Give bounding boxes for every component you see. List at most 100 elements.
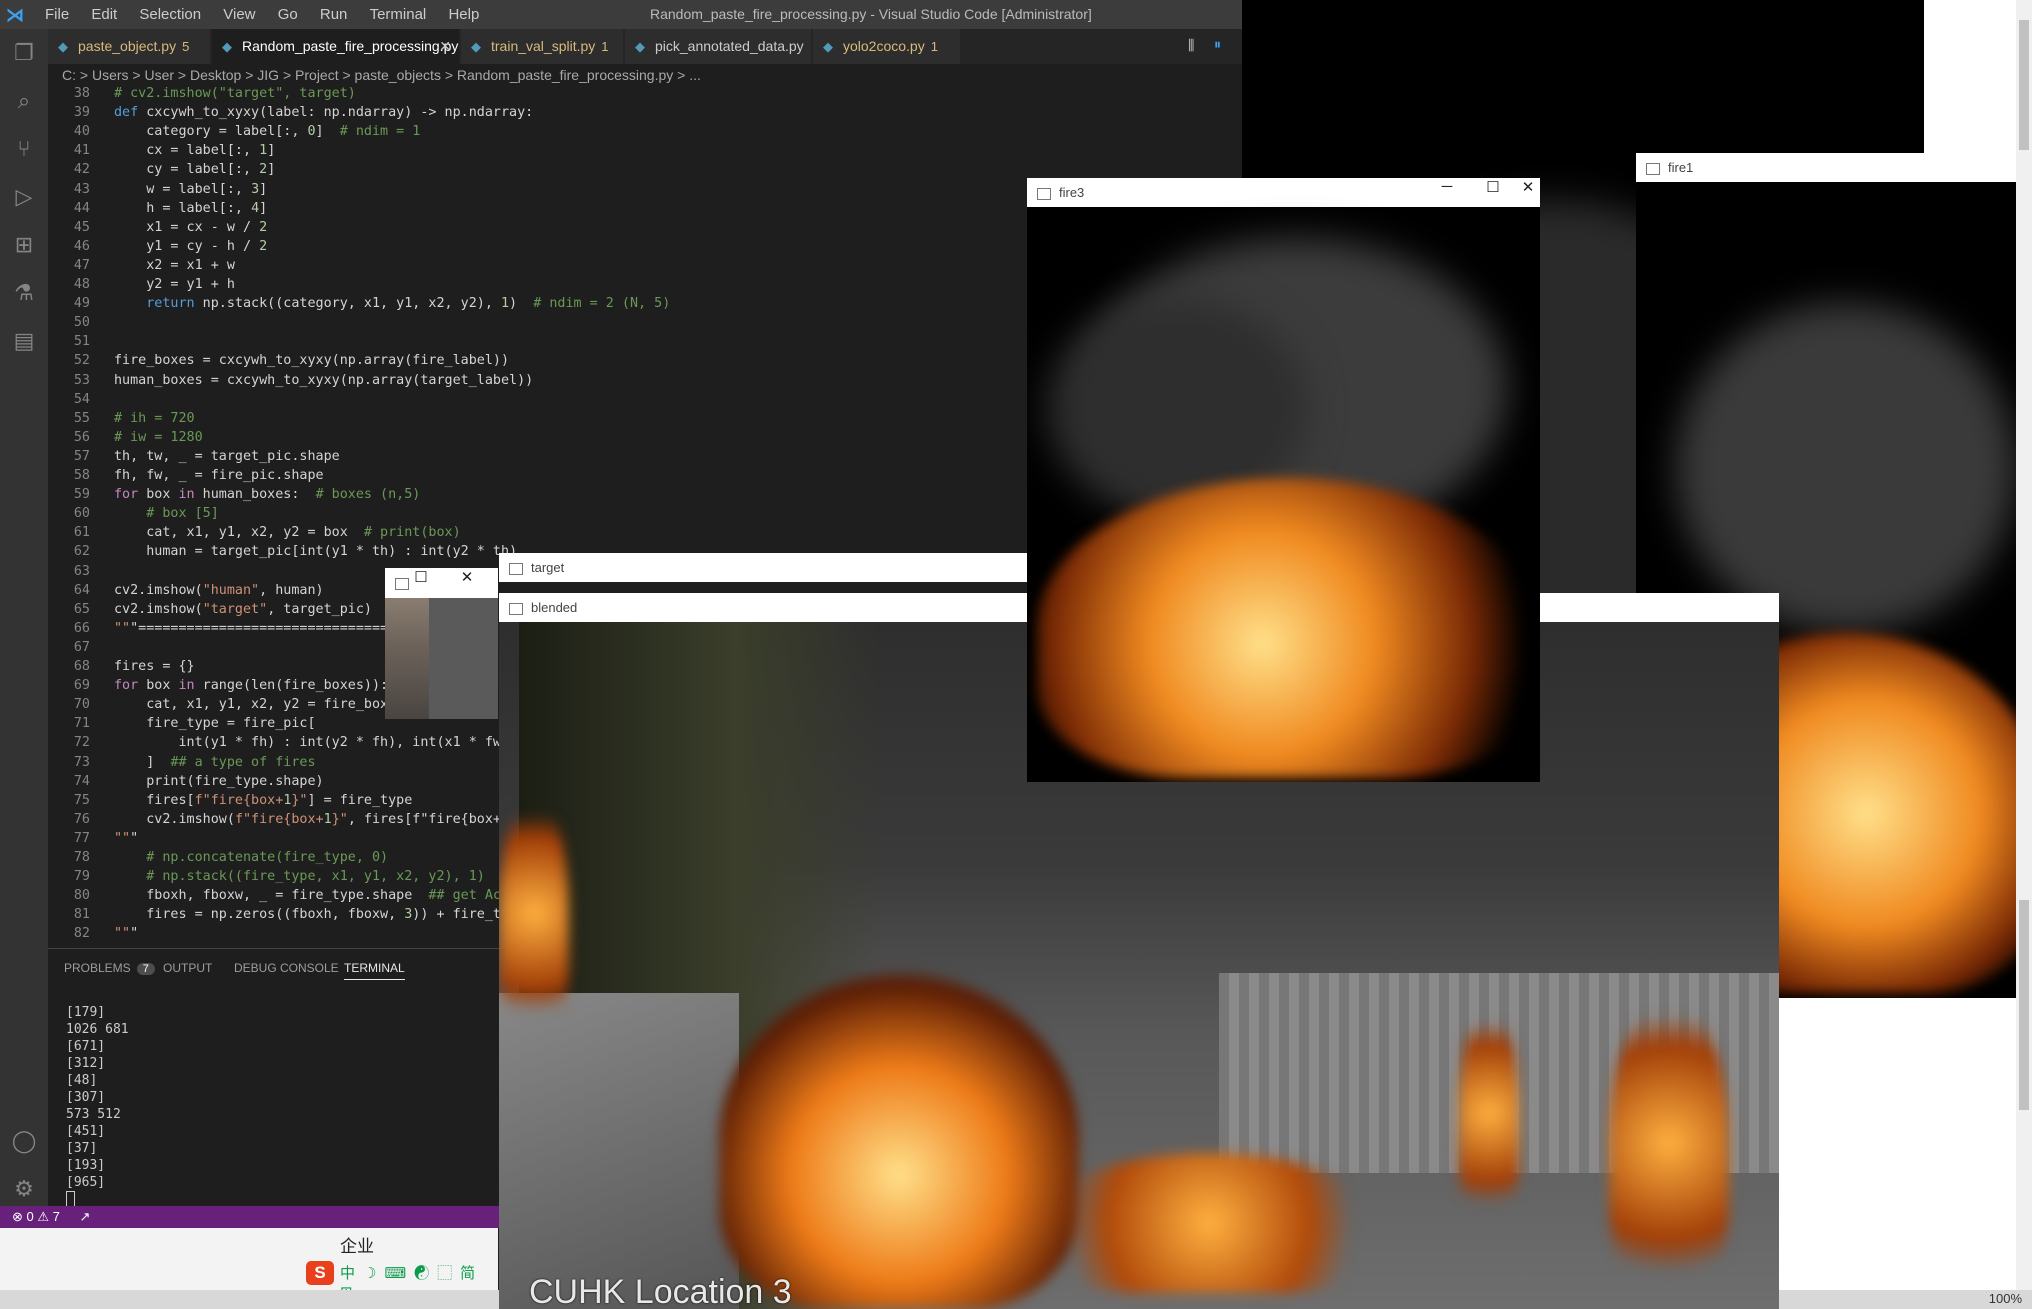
code-line[interactable]: category = label[:, 0] # ndim = 1: [114, 124, 420, 139]
code-line[interactable]: fires = np.zeros((fboxh, fboxw, 3)) + fi…: [114, 907, 517, 922]
code-line[interactable]: return np.stack((category, x1, y1, x2, y…: [114, 296, 670, 311]
line-number: 50: [73, 315, 90, 331]
tab-terminal[interactable]: TERMINAL: [344, 961, 405, 980]
code-line[interactable]: fires = {}: [114, 659, 195, 674]
window-app-icon: [509, 602, 523, 615]
tab-label: pick_annotated_data.py: [655, 38, 804, 54]
code-line[interactable]: for box in range(len(fire_boxes)):: [114, 678, 388, 693]
ime-simplified-icon[interactable]: 简: [460, 1265, 483, 1282]
python-file-icon: ◆: [58, 39, 68, 54]
run-debug-icon[interactable]: ▷: [10, 183, 38, 211]
sogou-logo-icon[interactable]: S: [306, 1261, 334, 1285]
split-editor-icon[interactable]: ⫼: [1188, 37, 1194, 54]
code-line[interactable]: cy = label[:, 2]: [114, 162, 275, 177]
code-line[interactable]: # np.concatenate(fire_type, 0): [114, 850, 388, 865]
code-line[interactable]: human = target_pic[int(y1 * th) : int(y2…: [114, 544, 517, 559]
ime-chinese-mode-icon[interactable]: 中: [340, 1265, 363, 1282]
code-line[interactable]: x2 = x1 + w: [114, 258, 235, 273]
code-line[interactable]: def cxcywh_to_xyxy(label: np.ndarray) ->…: [114, 105, 533, 120]
code-line[interactable]: # ih = 720: [114, 411, 195, 426]
scrollbar-thumb[interactable]: [2019, 20, 2029, 150]
code-line[interactable]: """==================================: [114, 621, 412, 636]
menu-help[interactable]: Help: [439, 0, 488, 29]
code-line[interactable]: int(y1 * fh) : int(y2 * fh), int(x1 * fw…: [114, 735, 509, 750]
line-number: 41: [73, 143, 90, 159]
search-icon[interactable]: ⌕: [10, 87, 38, 115]
code-line[interactable]: human_boxes = cxcywh_to_xyxy(np.array(ta…: [114, 373, 533, 388]
menu-edit[interactable]: Edit: [82, 0, 126, 29]
error-count[interactable]: 0: [27, 1209, 34, 1224]
close-tab-icon[interactable]: ✕: [439, 29, 451, 64]
code-line[interactable]: th, tw, _ = target_pic.shape: [114, 449, 340, 464]
code-line[interactable]: cv2.imshow(f"fire{box+1}", fires[f"fire{…: [114, 812, 517, 827]
tab-debug-console[interactable]: DEBUG CONSOLE: [234, 961, 339, 975]
remote-explorer-icon[interactable]: ▤: [10, 327, 38, 355]
error-icon[interactable]: ⊗: [12, 1209, 23, 1224]
code-line[interactable]: """: [114, 831, 138, 846]
account-icon[interactable]: ◯: [10, 1127, 38, 1155]
code-line[interactable]: # cv2.imshow("target", target): [114, 86, 356, 101]
tab-train-val-split[interactable]: ◆ train_val_split.py 1: [461, 29, 624, 64]
code-line[interactable]: for box in human_boxes: # boxes (n,5): [114, 487, 420, 502]
testing-icon[interactable]: ⚗: [10, 279, 38, 307]
scrollbar[interactable]: [2016, 0, 2032, 1290]
warning-icon[interactable]: ⚠: [37, 1209, 49, 1224]
tab-problems[interactable]: PROBLEMS 7: [64, 961, 155, 975]
tab-output[interactable]: OUTPUT: [163, 961, 212, 975]
tab-yolo2coco[interactable]: ◆ yolo2coco.py 1: [813, 29, 961, 64]
fire1-titlebar[interactable]: fire1: [1636, 153, 2032, 182]
code-line[interactable]: cv2.imshow("target", target_pic): [114, 602, 372, 617]
code-line[interactable]: w = label[:, 3]: [114, 182, 267, 197]
target-titlebar[interactable]: target: [499, 553, 1029, 582]
code-line[interactable]: h = label[:, 4]: [114, 201, 267, 216]
ime-skin-icon[interactable]: ☯: [414, 1265, 437, 1282]
human-titlebar[interactable]: [385, 568, 498, 597]
warning-count[interactable]: 7: [53, 1209, 60, 1224]
background-window-fragment: [1779, 998, 2032, 1290]
scrollbar-thumb-lower[interactable]: [2019, 900, 2029, 1110]
code-line[interactable]: fh, fw, _ = fire_pic.shape: [114, 468, 324, 483]
code-line[interactable]: ] ## a type of fires: [114, 755, 315, 770]
live-share-icon[interactable]: ↗: [80, 1209, 91, 1224]
source-control-icon[interactable]: ⑂: [10, 135, 38, 163]
breadcrumb[interactable]: C: > Users > User > Desktop > JIG > Proj…: [48, 64, 1242, 86]
code-line[interactable]: print(fire_type.shape): [114, 774, 323, 789]
tab-paste-object[interactable]: ◆ paste_object.py 5: [48, 29, 211, 64]
code-line[interactable]: cat, x1, y1, x2, y2 = fire_boxe: [114, 697, 396, 712]
code-line[interactable]: fboxh, fboxw, _ = fire_type.shape ## get…: [114, 888, 517, 903]
close-icon[interactable]: ✕: [453, 568, 481, 597]
code-line[interactable]: # np.stack((fire_type, x1, y1, x2, y2), …: [114, 869, 485, 884]
code-line[interactable]: x1 = cx - w / 2: [114, 220, 267, 235]
maximize-icon[interactable]: ☐: [407, 568, 435, 597]
menu-view[interactable]: View: [214, 0, 264, 29]
code-line[interactable]: """: [114, 926, 138, 941]
menu-go[interactable]: Go: [269, 0, 307, 29]
ime-moon-icon[interactable]: ☽: [363, 1265, 384, 1282]
line-number: 56: [73, 429, 90, 445]
code-line[interactable]: fire_boxes = cxcywh_to_xyxy(np.array(fir…: [114, 353, 509, 368]
close-icon[interactable]: ✕: [1516, 178, 1540, 207]
menu-file[interactable]: File: [36, 0, 78, 29]
code-line[interactable]: fire_type = fire_pic[: [114, 716, 315, 731]
settings-gear-icon[interactable]: ⚙: [10, 1175, 38, 1203]
menu-run[interactable]: Run: [311, 0, 357, 29]
minimize-icon[interactable]: ─: [1424, 178, 1470, 207]
code-line[interactable]: cx = label[:, 1]: [114, 143, 275, 158]
code-line[interactable]: # iw = 1280: [114, 430, 203, 445]
ime-crop-icon[interactable]: ⬚: [437, 1265, 460, 1282]
ime-keyboard-icon[interactable]: ⌨: [384, 1265, 414, 1282]
pause-icon[interactable]: ⏸: [1214, 36, 1221, 53]
tab-pick-annotated-data[interactable]: ◆ pick_annotated_data.py: [625, 29, 812, 64]
code-line[interactable]: cat, x1, y1, x2, y2 = box # print(box): [114, 525, 460, 540]
menu-selection[interactable]: Selection: [130, 0, 210, 29]
code-line[interactable]: fires[f"fire{box+1}"] = fire_type: [114, 793, 412, 808]
code-line[interactable]: y1 = cy - h / 2: [114, 239, 267, 254]
code-line[interactable]: y2 = y1 + h: [114, 277, 235, 292]
tab-random-paste-fire[interactable]: ◆ Random_paste_fire_processing.py ✕: [212, 29, 460, 64]
maximize-icon[interactable]: ☐: [1470, 178, 1516, 207]
extensions-icon[interactable]: ⊞: [10, 231, 38, 259]
code-line[interactable]: cv2.imshow("human", human): [114, 583, 324, 598]
explorer-icon[interactable]: ❐: [10, 39, 38, 67]
code-line[interactable]: # box [5]: [114, 506, 219, 521]
menu-terminal[interactable]: Terminal: [361, 0, 436, 29]
